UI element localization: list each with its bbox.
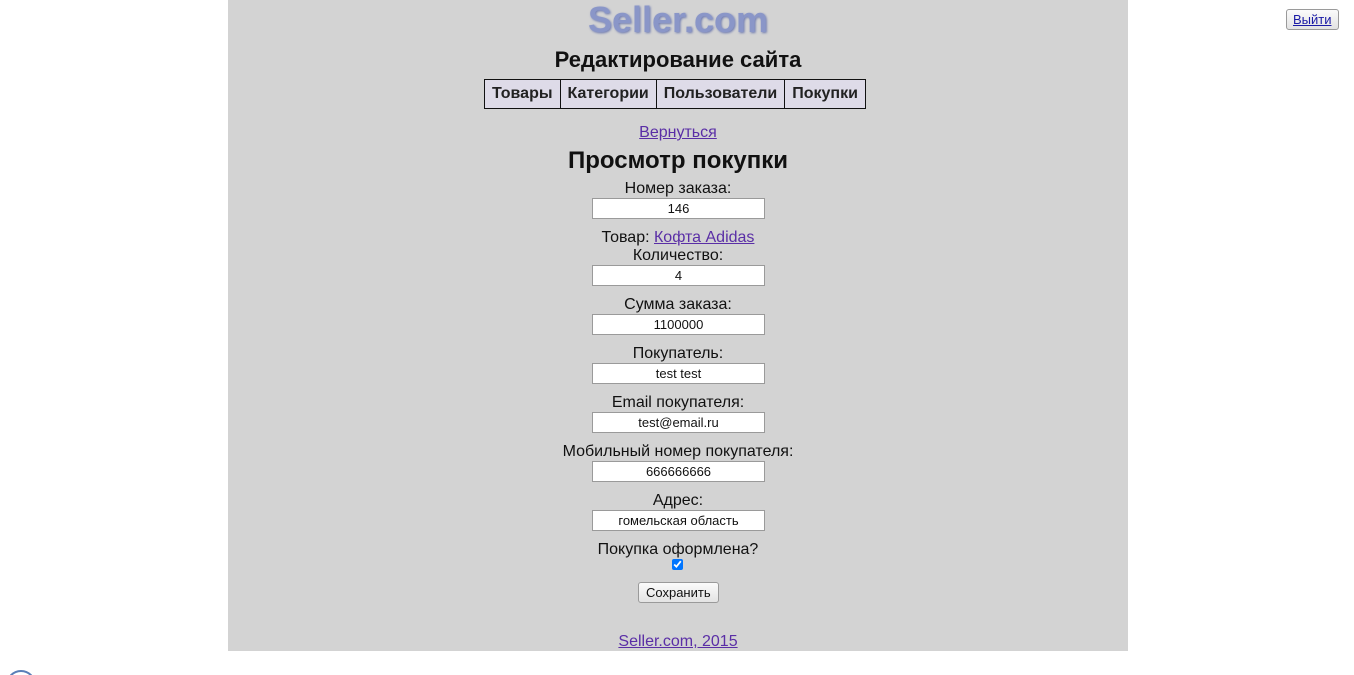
site-title: Редактирование сайта — [554, 47, 802, 72]
order-number-label: Номер заказа: — [624, 180, 732, 197]
logout-button[interactable]: Выйти — [1286, 9, 1339, 30]
footer: Seller.com, 2015 — [228, 632, 1128, 652]
phone-field[interactable] — [592, 461, 765, 482]
completed-label: Покупка оформлена? — [597, 541, 759, 558]
nav-item-purchases[interactable]: Покупки — [784, 79, 866, 109]
phone-label: Мобильный номер покупателя: — [562, 443, 794, 460]
sum-label: Сумма заказа: — [624, 296, 732, 313]
page: Seller.com Редактирование сайта Товары К… — [0, 0, 1354, 675]
nav-item-products[interactable]: Товары — [484, 79, 561, 109]
buyer-label: Покупатель: — [632, 345, 724, 362]
sum-field[interactable] — [592, 314, 765, 335]
nav-item-users[interactable]: Пользователи — [655, 79, 786, 109]
page-title: Просмотр покупки — [568, 147, 788, 174]
product-label: Товар: — [601, 229, 650, 246]
nav-item-categories[interactable]: Категории — [559, 79, 657, 109]
save-button[interactable]: Сохранить — [638, 582, 719, 603]
email-label: Email покупателя: — [611, 394, 745, 411]
order-number-field[interactable] — [592, 198, 765, 219]
back-link-row: Вернуться — [228, 123, 1128, 143]
address-field[interactable] — [592, 510, 765, 531]
footer-link[interactable]: Seller.com, 2015 — [618, 633, 737, 650]
quantity-label: Количество: — [632, 247, 724, 264]
content-panel: Seller.com Редактирование сайта Товары К… — [228, 0, 1128, 651]
completed-checkbox[interactable] — [672, 559, 683, 570]
email-field[interactable] — [592, 412, 765, 433]
browser-status-icon — [6, 670, 36, 675]
back-link[interactable]: Вернуться — [639, 124, 717, 141]
site-logo: Seller.com — [587, 0, 769, 40]
product-link[interactable]: Кофта Adidas — [654, 229, 754, 246]
quantity-field[interactable] — [592, 265, 765, 286]
buyer-field[interactable] — [592, 363, 765, 384]
product-row: Товар: Кофта Adidas — [228, 229, 1128, 247]
admin-nav: Товары Категории Пользователи Покупки — [484, 79, 866, 109]
address-label: Адрес: — [652, 492, 704, 509]
